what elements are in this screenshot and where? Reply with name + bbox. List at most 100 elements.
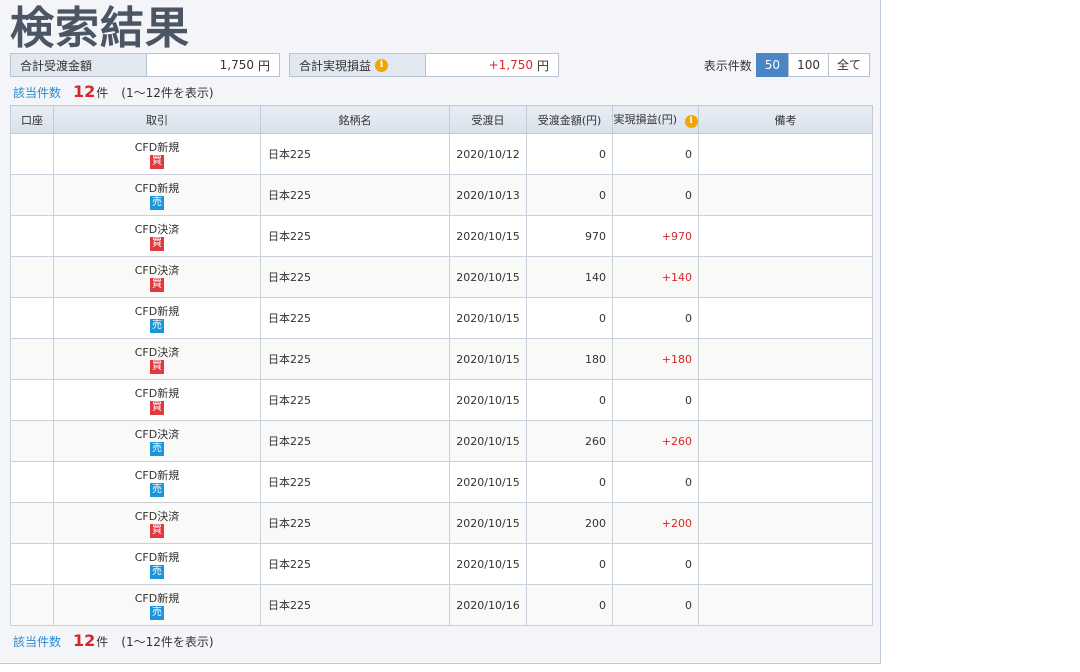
search-result-panel: 検索結果 合計受渡金額 1,750 円 合計実現損益 i +1,750 円 表示… (0, 0, 881, 664)
table-row: CFD決済買日本225 2020/10/15 970 +970 (10, 215, 873, 257)
cell-trade: CFD決済売 (53, 420, 261, 462)
cell-symbol: 日本225 (260, 133, 450, 175)
cell-account (10, 584, 54, 626)
cell-amount: 0 (526, 379, 613, 421)
info-icon[interactable]: i (684, 114, 698, 128)
cell-date: 2020/10/15 (449, 543, 527, 585)
cell-trade: CFD決済買 (53, 502, 261, 544)
header-date: 受渡日 (449, 105, 527, 134)
cell-account (10, 502, 54, 544)
cell-pl: 0 (612, 461, 699, 503)
per-page-selector: 表示件数 50 100 全て (704, 53, 870, 77)
table-row: CFD新規売日本225 2020/10/16 0 0 (10, 584, 873, 626)
result-count-range: (1〜12件を表示) (121, 86, 214, 100)
side-badge: 売 (150, 442, 164, 456)
side-badge: 売 (150, 606, 164, 620)
trade-type: CFD決済 (134, 223, 180, 236)
side-badge: 買 (150, 237, 164, 251)
cell-date: 2020/10/15 (449, 379, 527, 421)
realized-pl-summary: 合計実現損益 i +1,750 円 (289, 53, 559, 77)
result-count-label: 該当件数 (13, 86, 62, 100)
per-page-100-button[interactable]: 100 (788, 53, 829, 77)
cell-account (10, 133, 54, 175)
cell-note (698, 338, 873, 380)
cell-date: 2020/10/15 (449, 420, 527, 462)
result-count-label: 該当件数 (13, 635, 62, 649)
realized-pl-label: 合計実現損益 (299, 58, 372, 73)
cell-amount: 0 (526, 133, 613, 175)
total-transfer-summary: 合計受渡金額 1,750 円 (10, 53, 280, 77)
cell-note (698, 215, 873, 257)
cell-date: 2020/10/13 (449, 174, 527, 216)
header-pl-label: 実現損益(円) (613, 113, 678, 127)
side-badge: 買 (150, 155, 164, 169)
trade-type: CFD新規 (134, 141, 180, 154)
side-badge: 売 (150, 196, 164, 210)
side-badge: 買 (150, 401, 164, 415)
cell-pl: +260 (612, 420, 699, 462)
table-row: CFD新規売日本225 2020/10/15 0 0 (10, 297, 873, 339)
cell-symbol: 日本225 (260, 420, 450, 462)
trade-type: CFD新規 (134, 551, 180, 564)
result-count-number: 12 (73, 82, 96, 101)
cell-trade: CFD新規売 (53, 174, 261, 216)
cell-note (698, 502, 873, 544)
cell-date: 2020/10/12 (449, 133, 527, 175)
per-page-50-button[interactable]: 50 (755, 53, 790, 77)
cell-amount: 260 (526, 420, 613, 462)
cell-account (10, 420, 54, 462)
realized-pl-unit: 円 (536, 58, 549, 73)
header-note: 備考 (698, 105, 873, 134)
cell-symbol: 日本225 (260, 215, 450, 257)
table-row: CFD決済買日本225 2020/10/15 180 +180 (10, 338, 873, 380)
cell-pl: +970 (612, 215, 699, 257)
cell-symbol: 日本225 (260, 502, 450, 544)
info-icon[interactable]: i (375, 58, 389, 72)
header-account: 口座 (10, 105, 54, 134)
cell-account (10, 297, 54, 339)
side-badge: 買 (150, 524, 164, 538)
result-table: 口座 取引 銘柄名 受渡日 受渡金額(円) 実現損益(円) i 備考 CFD新規… (10, 105, 873, 626)
cell-symbol: 日本225 (260, 461, 450, 503)
cell-date: 2020/10/16 (449, 584, 527, 626)
cell-amount: 180 (526, 338, 613, 380)
cell-note (698, 543, 873, 585)
cell-date: 2020/10/15 (449, 256, 527, 298)
trade-type: CFD新規 (134, 387, 180, 400)
cell-note (698, 256, 873, 298)
side-badge: 売 (150, 483, 164, 497)
result-count-number: 12 (73, 631, 96, 650)
realized-pl-value: +1,750 (488, 58, 533, 72)
total-transfer-unit: 円 (257, 58, 270, 73)
cell-symbol: 日本225 (260, 174, 450, 216)
cell-note (698, 379, 873, 421)
side-badge: 買 (150, 360, 164, 374)
cell-trade: CFD新規買 (53, 379, 261, 421)
cell-symbol: 日本225 (260, 256, 450, 298)
header-amount: 受渡金額(円) (526, 105, 613, 134)
cell-note (698, 297, 873, 339)
table-row: CFD新規買日本225 2020/10/12 0 0 (10, 133, 873, 175)
cell-account (10, 338, 54, 380)
cell-symbol: 日本225 (260, 338, 450, 380)
table-header-row: 口座 取引 銘柄名 受渡日 受渡金額(円) 実現損益(円) i 備考 (10, 105, 873, 134)
cell-trade: CFD決済買 (53, 215, 261, 257)
trade-type: CFD新規 (134, 182, 180, 195)
trade-type: CFD決済 (134, 264, 180, 277)
realized-pl-value-box: +1,750 円 (426, 54, 558, 76)
cell-pl: 0 (612, 379, 699, 421)
cell-trade: CFD決済買 (53, 256, 261, 298)
per-page-all-button[interactable]: 全て (827, 53, 870, 77)
per-page-label: 表示件数 (703, 58, 752, 73)
cell-date: 2020/10/15 (449, 461, 527, 503)
side-badge: 売 (150, 319, 164, 333)
cell-amount: 0 (526, 461, 613, 503)
cell-account (10, 215, 54, 257)
cell-trade: CFD新規売 (53, 461, 261, 503)
total-transfer-label: 合計受渡金額 (11, 54, 147, 76)
trade-type: CFD新規 (134, 305, 180, 318)
cell-note (698, 174, 873, 216)
cell-pl: 0 (612, 584, 699, 626)
side-badge: 売 (150, 565, 164, 579)
cell-account (10, 461, 54, 503)
